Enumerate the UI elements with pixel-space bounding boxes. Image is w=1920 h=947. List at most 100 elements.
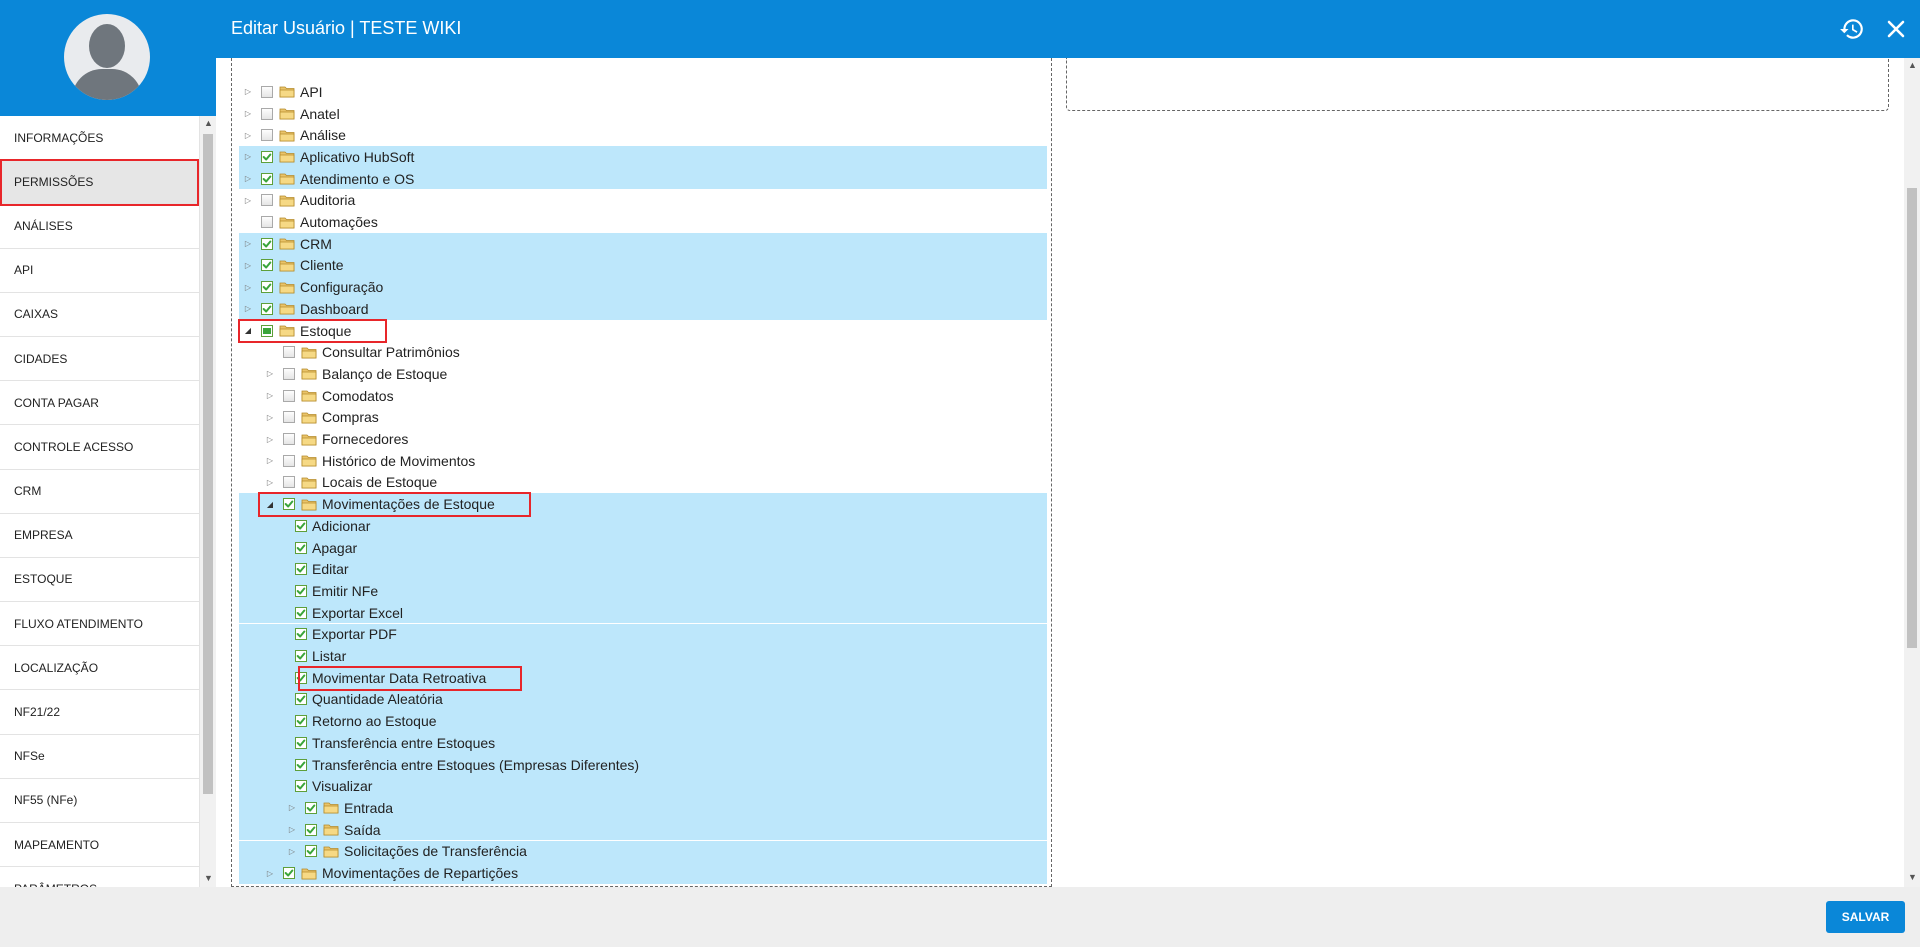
tree-checkbox[interactable] bbox=[283, 389, 295, 402]
tree-checkbox[interactable] bbox=[283, 367, 295, 380]
tree-checkbox[interactable] bbox=[305, 845, 317, 858]
tree-checkbox[interactable] bbox=[261, 129, 273, 142]
expand-arrow-icon[interactable]: ▷ bbox=[243, 261, 253, 270]
tree-checkbox[interactable] bbox=[261, 281, 273, 294]
tree-node-anatel[interactable]: ▷ Anatel bbox=[239, 103, 1047, 125]
close-icon[interactable] bbox=[1882, 15, 1910, 43]
scroll-down-arrow-icon[interactable]: ▼ bbox=[204, 873, 213, 883]
tree-checkbox[interactable] bbox=[295, 519, 307, 532]
tree-checkbox[interactable] bbox=[261, 150, 273, 163]
sidebar-item-nf55-nfe[interactable]: NF55 (NFe) bbox=[0, 778, 200, 823]
tree-checkbox[interactable] bbox=[295, 671, 307, 684]
tree-node-api[interactable]: ▷ API bbox=[239, 81, 1047, 103]
sidebar-item-nfse[interactable]: NFSe bbox=[0, 734, 200, 779]
sidebar-item-controle-acesso[interactable]: CONTROLE ACESSO bbox=[0, 425, 200, 470]
sidebar-item-localizacao[interactable]: LOCALIZAÇÃO bbox=[0, 646, 200, 691]
tree-node-configuracao[interactable]: ▷ Configuração bbox=[239, 276, 1047, 298]
tree-checkbox[interactable] bbox=[295, 628, 307, 641]
tree-checkbox[interactable] bbox=[261, 194, 273, 207]
tree-checkbox[interactable] bbox=[261, 216, 273, 229]
expand-arrow-icon[interactable]: ▷ bbox=[265, 456, 275, 465]
sidebar-scrollbar[interactable]: ▲ ▼ bbox=[200, 116, 216, 887]
main-scrollbar-thumb[interactable] bbox=[1907, 188, 1917, 648]
tree-node-atendimento-e-os[interactable]: ▷ Atendimento e OS bbox=[239, 167, 1047, 190]
tree-checkbox[interactable] bbox=[295, 715, 307, 728]
tree-node-apagar[interactable]: Apagar bbox=[239, 536, 1047, 559]
history-icon[interactable] bbox=[1839, 16, 1865, 42]
expand-arrow-icon[interactable]: ▷ bbox=[287, 847, 297, 856]
tree-node-locais-de-estoque[interactable]: ▷ Locais de Estoque bbox=[239, 472, 1047, 494]
tree-node-quantidade-aleatoria[interactable]: Quantidade Aleatória bbox=[239, 688, 1047, 711]
sidebar-item-parametros[interactable]: PARÂMETROS bbox=[0, 867, 200, 887]
tree-node-cliente[interactable]: ▷ Cliente bbox=[239, 254, 1047, 277]
tree-checkbox[interactable] bbox=[283, 867, 295, 880]
tree-node-entrada[interactable]: ▷ Entrada bbox=[239, 797, 1047, 819]
sidebar-item-informacoes[interactable]: INFORMAÇÕES bbox=[0, 116, 200, 161]
expand-arrow-icon[interactable]: ▷ bbox=[243, 174, 253, 183]
tree-node-solicitacoes-de-transferencia[interactable]: ▷ Solicitações de Transferência bbox=[239, 840, 1047, 863]
tree-checkbox[interactable] bbox=[305, 801, 317, 814]
tree-checkbox[interactable] bbox=[261, 85, 273, 98]
expand-arrow-icon[interactable]: ▷ bbox=[265, 391, 275, 400]
tree-node-adicionar[interactable]: Adicionar bbox=[239, 515, 1047, 537]
tree-node-transferencia-entre-estoques-empresas-diferentes[interactable]: Transferência entre Estoques (Empresas D… bbox=[239, 753, 1047, 776]
tree-node-listar[interactable]: Listar bbox=[239, 645, 1047, 667]
collapse-arrow-icon[interactable]: ◢ bbox=[265, 500, 275, 509]
expand-arrow-icon[interactable]: ▷ bbox=[287, 803, 297, 812]
tree-node-automacoes[interactable]: Automações bbox=[239, 211, 1047, 233]
tree-node-exportar-excel[interactable]: Exportar Excel bbox=[239, 601, 1047, 624]
tree-checkbox[interactable] bbox=[283, 433, 295, 446]
tree-checkbox[interactable] bbox=[295, 780, 307, 793]
tree-node-emitir-nfe[interactable]: Emitir NFe bbox=[239, 580, 1047, 602]
expand-arrow-icon[interactable]: ▷ bbox=[265, 413, 275, 422]
tree-node-movimentacoes-de-estoque[interactable]: ◢ Movimentações de Estoque bbox=[239, 493, 1047, 515]
tree-node-historico-de-movimentos[interactable]: ▷ Histórico de Movimentos bbox=[239, 450, 1047, 472]
expand-arrow-icon[interactable]: ▷ bbox=[243, 304, 253, 313]
tree-checkbox[interactable] bbox=[283, 346, 295, 359]
tree-checkbox[interactable] bbox=[295, 758, 307, 771]
sidebar-item-api[interactable]: API bbox=[0, 248, 200, 293]
tree-checkbox[interactable] bbox=[261, 107, 273, 120]
expand-arrow-icon[interactable]: ▷ bbox=[243, 152, 253, 161]
expand-arrow-icon[interactable]: ▷ bbox=[287, 825, 297, 834]
expand-arrow-icon[interactable]: ▷ bbox=[243, 87, 253, 96]
tree-node-transferencia-entre-estoques[interactable]: Transferência entre Estoques bbox=[239, 732, 1047, 754]
sidebar-item-nf21-22[interactable]: NF21/22 bbox=[0, 690, 200, 735]
expand-arrow-icon[interactable]: ▷ bbox=[265, 435, 275, 444]
tree-checkbox[interactable] bbox=[261, 324, 273, 337]
collapse-arrow-icon[interactable]: ◢ bbox=[243, 326, 253, 335]
tree-node-editar[interactable]: Editar bbox=[239, 558, 1047, 581]
main-scroll-down-arrow-icon[interactable]: ▼ bbox=[1908, 872, 1917, 882]
tree-node-consultar-patrimonios[interactable]: Consultar Patrimônios bbox=[239, 341, 1047, 363]
sidebar-item-estoque[interactable]: ESTOQUE bbox=[0, 557, 200, 603]
tree-node-compras[interactable]: ▷ Compras bbox=[239, 407, 1047, 429]
expand-arrow-icon[interactable]: ▷ bbox=[243, 109, 253, 118]
save-button[interactable]: SALVAR bbox=[1826, 901, 1905, 933]
tree-checkbox[interactable] bbox=[261, 172, 273, 185]
tree-checkbox[interactable] bbox=[295, 606, 307, 619]
tree-checkbox[interactable] bbox=[283, 411, 295, 424]
tree-node-exportar-pdf[interactable]: Exportar PDF bbox=[239, 623, 1047, 646]
sidebar-item-permissoes[interactable]: PERMISSÕES bbox=[0, 160, 200, 205]
tree-checkbox[interactable] bbox=[261, 302, 273, 315]
tree-node-estoque[interactable]: ◢ Estoque bbox=[239, 320, 1047, 342]
tree-node-saida[interactable]: ▷ Saída bbox=[239, 818, 1047, 841]
tree-node-dashboard[interactable]: ▷ Dashboard bbox=[239, 298, 1047, 320]
tree-checkbox[interactable] bbox=[295, 693, 307, 706]
tree-checkbox[interactable] bbox=[283, 498, 295, 511]
tree-checkbox[interactable] bbox=[283, 454, 295, 467]
scroll-up-arrow-icon[interactable]: ▲ bbox=[204, 118, 213, 128]
tree-node-balanco-de-estoque[interactable]: ▷ Balanço de Estoque bbox=[239, 363, 1047, 385]
tree-node-fornecedores[interactable]: ▷ Fornecedores bbox=[239, 428, 1047, 450]
tree-checkbox[interactable] bbox=[295, 736, 307, 749]
sidebar-item-caixas[interactable]: CAIXAS bbox=[0, 292, 200, 337]
tree-checkbox[interactable] bbox=[261, 237, 273, 250]
main-scroll-up-arrow-icon[interactable]: ▲ bbox=[1908, 60, 1917, 70]
tree-node-analise[interactable]: ▷ Análise bbox=[239, 124, 1047, 146]
sidebar-item-empresa[interactable]: EMPRESA bbox=[0, 513, 200, 558]
sidebar-item-fluxo-atendimento[interactable]: FLUXO ATENDIMENTO bbox=[0, 602, 200, 647]
expand-arrow-icon[interactable]: ▷ bbox=[265, 369, 275, 378]
sidebar-item-conta-pagar[interactable]: CONTA PAGAR bbox=[0, 381, 200, 426]
tree-checkbox[interactable] bbox=[295, 584, 307, 597]
tree-node-crm[interactable]: ▷ CRM bbox=[239, 232, 1047, 255]
